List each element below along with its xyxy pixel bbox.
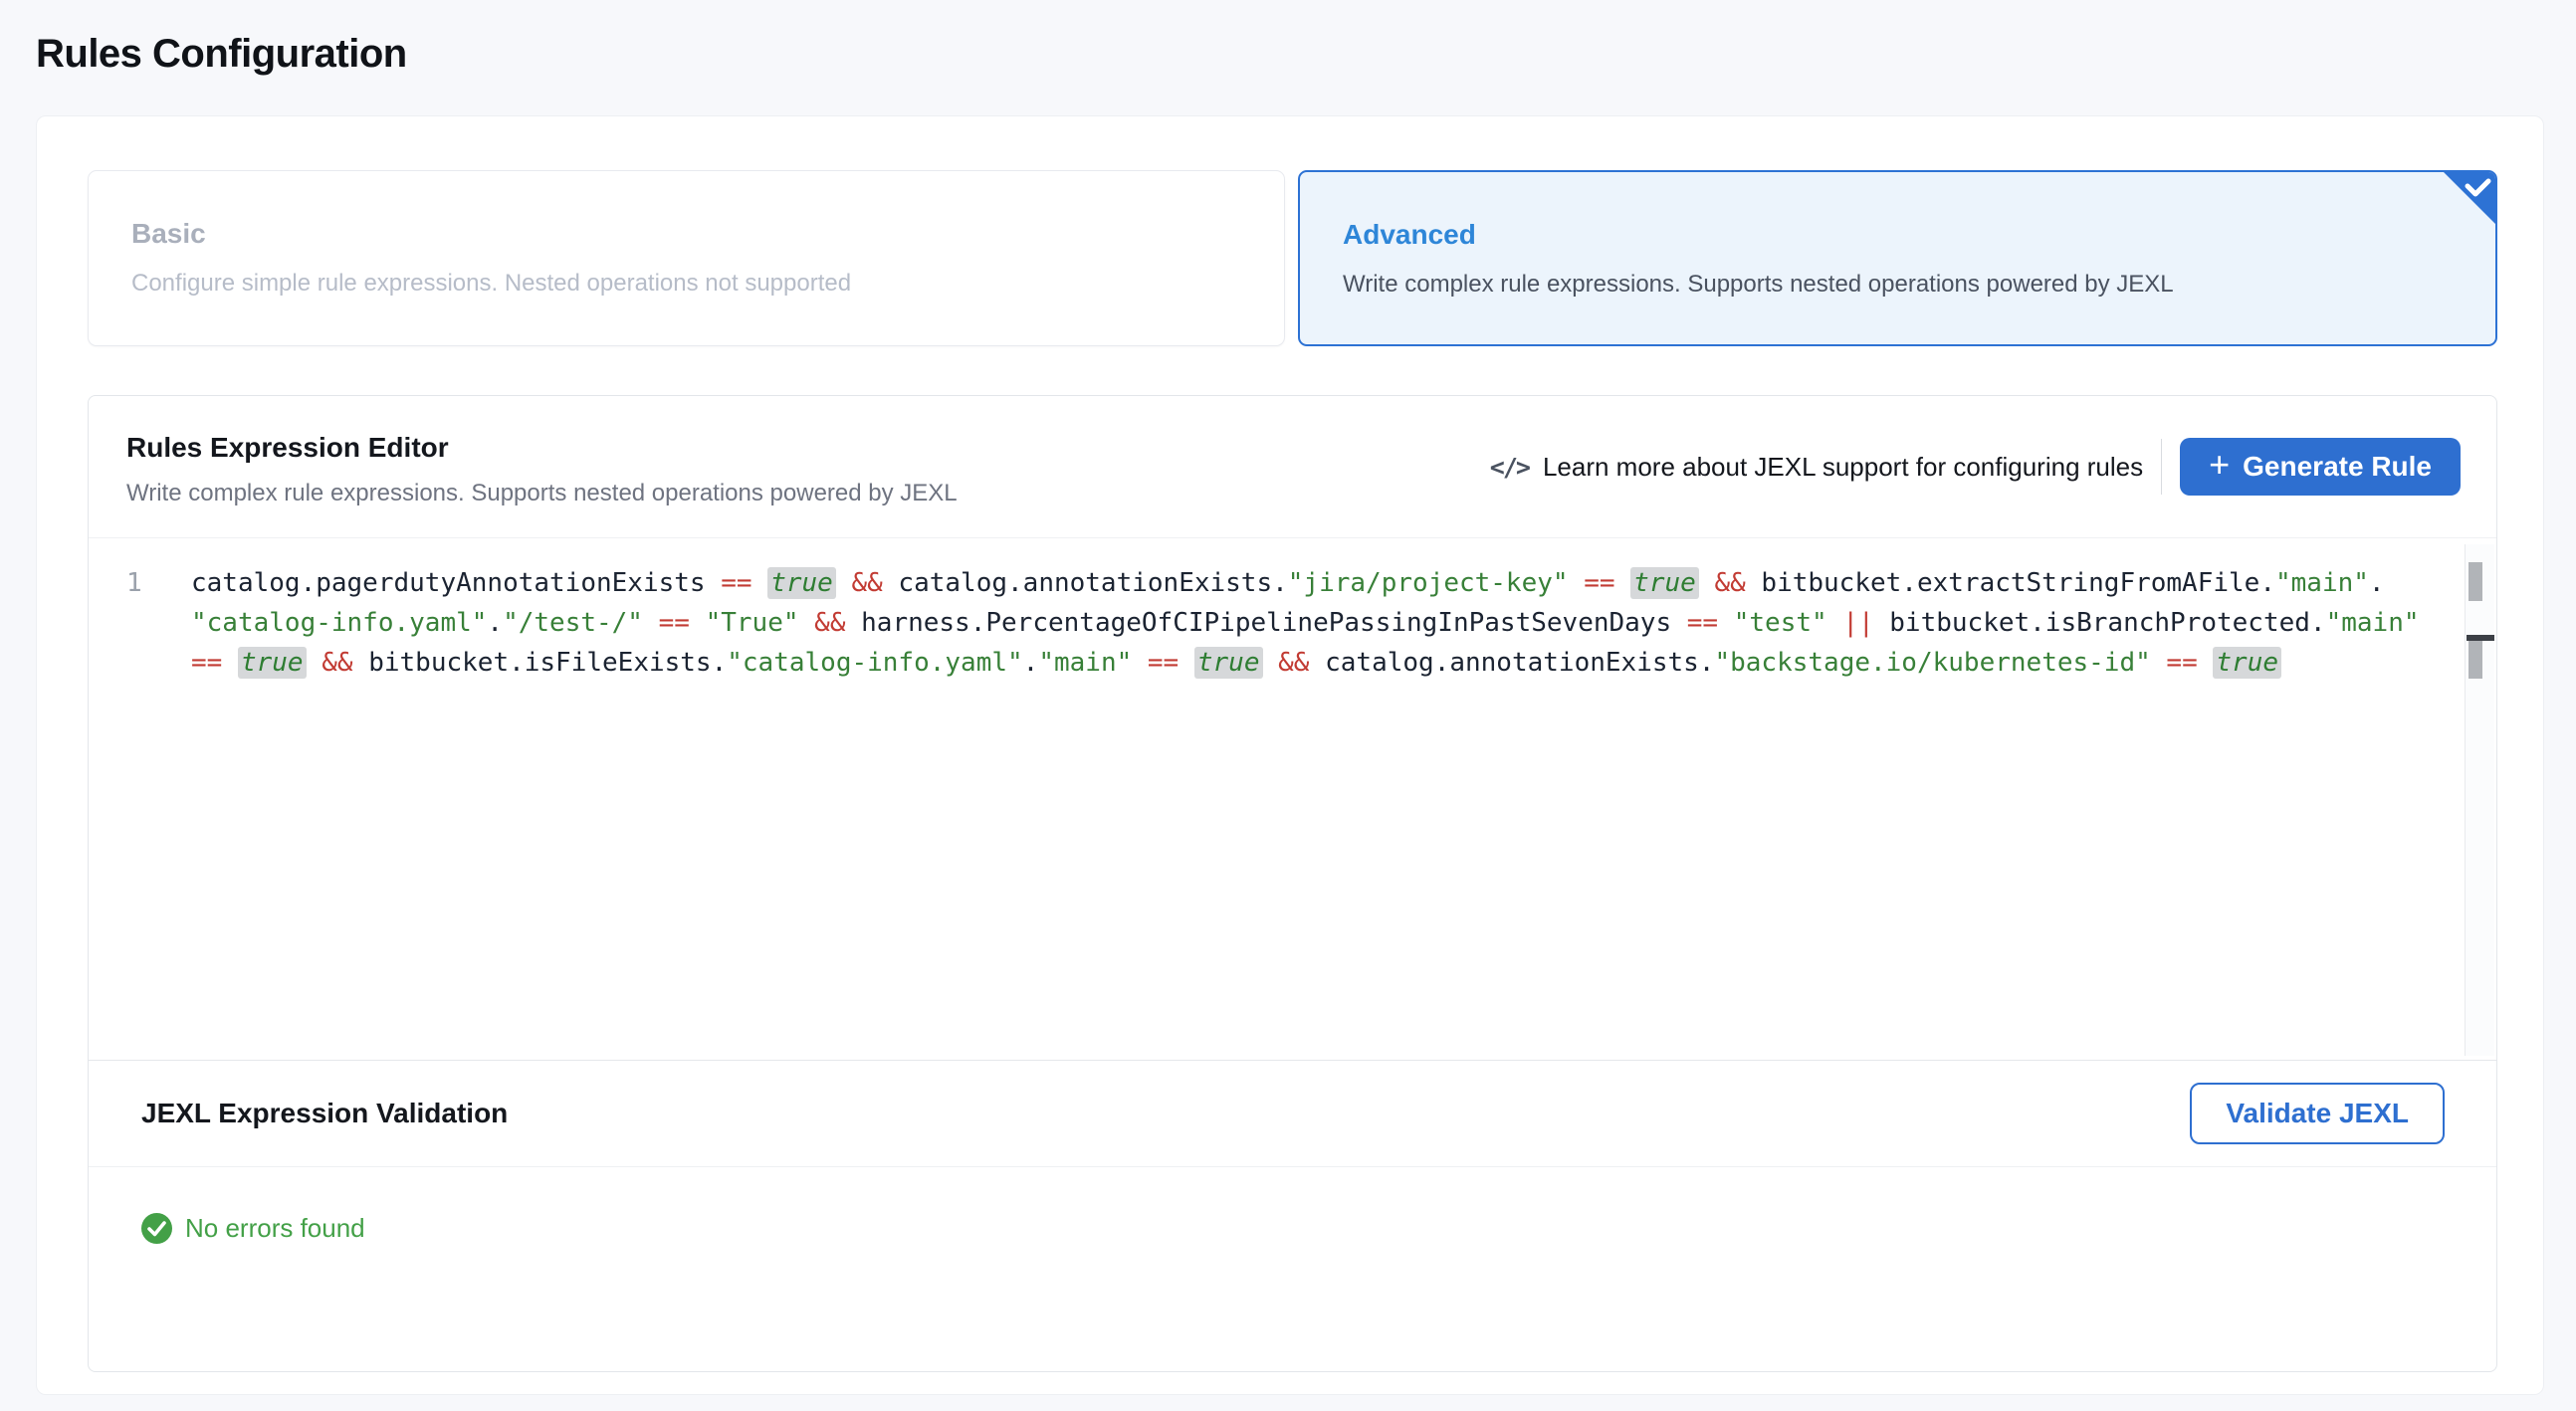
line-number-gutter: 1 bbox=[126, 563, 142, 603]
rules-configuration-panel: Basic Configure simple rule expressions.… bbox=[36, 115, 2544, 1395]
editor-header: Rules Expression Editor Write complex ru… bbox=[89, 396, 2496, 538]
mode-card-advanced[interactable]: Advanced Write complex rule expressions.… bbox=[1298, 170, 2497, 346]
code-line: catalog.pagerdutyAnnotationExists == tru… bbox=[191, 563, 2449, 603]
mode-card-advanced-description: Write complex rule expressions. Supports… bbox=[1343, 270, 2495, 300]
editor-header-actions: </> Learn more about JEXL support for co… bbox=[1490, 438, 2461, 496]
check-circle-icon bbox=[141, 1213, 172, 1244]
scrollbar-annotation-1[interactable] bbox=[2469, 562, 2482, 601]
code-editor[interactable]: 1 catalog.pagerdutyAnnotationExists == t… bbox=[89, 538, 2496, 1061]
editor-title: Rules Expression Editor bbox=[126, 432, 958, 464]
code-line: == true && bitbucket.isFileExists."catal… bbox=[191, 643, 2449, 683]
scrollbar-annotation-2[interactable] bbox=[2469, 641, 2482, 679]
editor-header-text: Rules Expression Editor Write complex ru… bbox=[126, 426, 958, 507]
generate-rule-label: Generate Rule bbox=[2243, 451, 2432, 483]
learn-more-link[interactable]: </> Learn more about JEXL support for co… bbox=[1490, 452, 2143, 483]
validation-result-area: No errors found bbox=[89, 1167, 2496, 1244]
mode-card-basic-title: Basic bbox=[131, 217, 1284, 251]
code-content: catalog.pagerdutyAnnotationExists == tru… bbox=[191, 563, 2449, 683]
validation-result-label: No errors found bbox=[185, 1213, 365, 1244]
mode-card-basic[interactable]: Basic Configure simple rule expressions.… bbox=[88, 170, 1285, 346]
editor-scrollbar[interactable] bbox=[2465, 544, 2494, 1056]
validation-result: No errors found bbox=[141, 1213, 2496, 1244]
mode-card-advanced-title: Advanced bbox=[1343, 218, 2495, 252]
validation-header: JEXL Expression Validation Validate JEXL bbox=[89, 1061, 2496, 1167]
rules-expression-editor-card: Rules Expression Editor Write complex ru… bbox=[88, 395, 2497, 1372]
validation-title: JEXL Expression Validation bbox=[141, 1098, 508, 1129]
validate-jexl-button[interactable]: Validate JEXL bbox=[2190, 1083, 2445, 1144]
mode-card-basic-description: Configure simple rule expressions. Neste… bbox=[131, 269, 1284, 299]
mode-selector: Basic Configure simple rule expressions.… bbox=[88, 170, 2497, 346]
selected-check-icon bbox=[2442, 170, 2497, 226]
learn-more-label: Learn more about JEXL support for config… bbox=[1543, 452, 2143, 483]
page-title: Rules Configuration bbox=[36, 32, 407, 77]
header-divider bbox=[2161, 439, 2162, 495]
generate-rule-button[interactable]: + Generate Rule bbox=[2180, 438, 2461, 496]
editor-subtitle: Write complex rule expressions. Supports… bbox=[126, 480, 958, 507]
code-icon: </> bbox=[1490, 453, 1529, 482]
code-line: "catalog-info.yaml"."/test-/" == "True" … bbox=[191, 603, 2449, 643]
